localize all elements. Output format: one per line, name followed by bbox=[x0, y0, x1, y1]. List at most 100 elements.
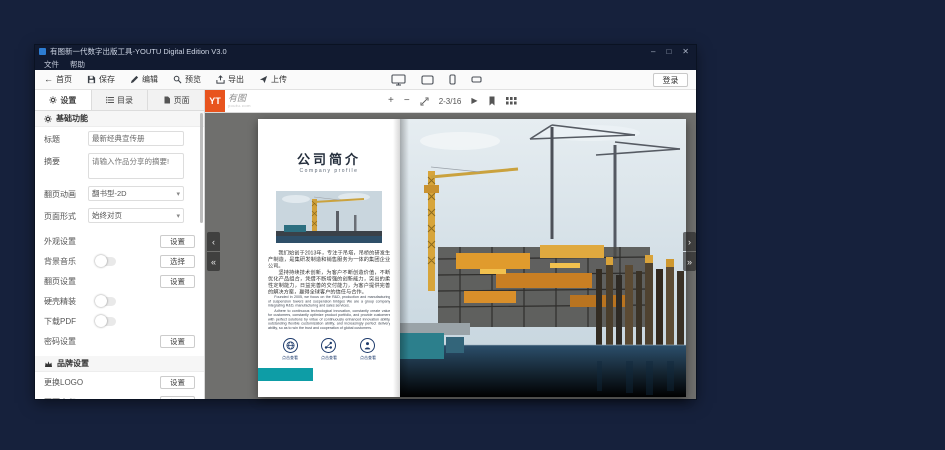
crown-icon bbox=[44, 360, 53, 368]
flip-animation-row: 翻页动画 翻书型-2D ▾ bbox=[35, 182, 204, 204]
fullscreen-icon[interactable] bbox=[420, 97, 429, 106]
flip-animation-value: 翻书型-2D bbox=[92, 188, 127, 199]
menu-bar: 文件 帮助 bbox=[35, 58, 696, 70]
upload-plane-icon bbox=[259, 75, 268, 84]
watermark-settings-button[interactable]: 设置 bbox=[160, 396, 195, 400]
login-button[interactable]: 登录 bbox=[653, 73, 688, 87]
preview-magnifier-icon bbox=[173, 75, 182, 84]
badge-person[interactable]: 点击查看 bbox=[352, 338, 384, 366]
book-spread[interactable]: 公司简介 Company profile bbox=[258, 119, 686, 397]
chinese-intro-text: 我们始创于2013年，专注于吊塔，吊桥的研发生产制造，是集研发制造和销售服务为一… bbox=[268, 250, 390, 294]
minimize-button[interactable]: – bbox=[651, 48, 655, 56]
right-nav-tab: › » bbox=[683, 232, 696, 271]
chevron-down-icon: ▾ bbox=[176, 190, 180, 198]
tab-settings[interactable]: 设置 bbox=[35, 90, 92, 110]
bgm-row: 背景音乐 选择 bbox=[35, 251, 204, 271]
password-label: 密码设置 bbox=[44, 336, 96, 347]
edit-button[interactable]: 编辑 bbox=[130, 74, 158, 85]
flipbook-viewer: YT 有图 youtu.com + − 2-3/16 ▶ ‹ bbox=[205, 90, 696, 399]
autoplay-button[interactable]: ▶ bbox=[471, 96, 477, 106]
thumbnail-grid-icon[interactable] bbox=[506, 97, 517, 105]
sidebar-scrollbar[interactable] bbox=[200, 113, 203, 223]
password-settings-button[interactable]: 设置 bbox=[160, 335, 195, 348]
download-pdf-toggle[interactable] bbox=[96, 317, 116, 326]
device-preview-group bbox=[391, 70, 482, 89]
hardcover-row: 硬壳精装 bbox=[35, 291, 204, 311]
upload-button[interactable]: 上传 bbox=[259, 74, 287, 85]
bgm-choose-button[interactable]: 选择 bbox=[160, 255, 195, 268]
badge-network[interactable]: 点击查看 bbox=[313, 338, 345, 366]
replace-logo-label: 更换LOGO bbox=[44, 377, 96, 388]
home-label: 首页 bbox=[56, 74, 72, 85]
company-profile-subtitle: Company profile bbox=[258, 168, 400, 174]
desktop-preview-icon[interactable] bbox=[391, 74, 406, 86]
appearance-settings-button[interactable]: 设置 bbox=[160, 235, 195, 248]
zoom-out-button[interactable]: − bbox=[404, 96, 410, 106]
cn-paragraph-2: 坚持持续技术创新，为客户不断创造价值，不断优化产品组合，凭借不断增强的创新能力，… bbox=[268, 270, 390, 295]
network-icon bbox=[324, 341, 333, 350]
first-page-button[interactable]: « bbox=[207, 252, 220, 271]
maximize-button[interactable]: □ bbox=[666, 48, 671, 56]
page-mode-select[interactable]: 始终对页 ▾ bbox=[88, 208, 184, 223]
section-basic-functions: 基础功能 bbox=[35, 111, 204, 127]
window-title: 有图新一代数字出版工具-YOUTU Digital Edition V3.0 bbox=[50, 46, 647, 57]
badge-globe[interactable]: 点击查看 bbox=[274, 338, 306, 366]
crane-thumbnail-image bbox=[276, 191, 382, 243]
summary-textarea[interactable] bbox=[88, 153, 184, 179]
back-arrow-icon: ← bbox=[44, 75, 53, 84]
flip-settings-row: 翻页设置 设置 bbox=[35, 271, 204, 291]
globe-icon bbox=[286, 341, 295, 350]
section-brand-label: 品牌设置 bbox=[57, 358, 89, 369]
menu-help[interactable]: 帮助 bbox=[70, 59, 85, 70]
left-nav-tab: ‹ « bbox=[207, 232, 220, 271]
tab-pages-label: 页面 bbox=[174, 95, 190, 106]
tab-contents[interactable]: 目录 bbox=[92, 90, 149, 110]
sidebar-tabs: 设置 目录 页面 bbox=[35, 90, 204, 111]
export-label: 导出 bbox=[228, 74, 244, 85]
hardcover-toggle[interactable] bbox=[96, 297, 116, 306]
close-button[interactable]: ✕ bbox=[682, 48, 689, 56]
title-input[interactable] bbox=[88, 131, 184, 146]
bgm-toggle[interactable] bbox=[96, 257, 116, 266]
download-pdf-label: 下载PDF bbox=[44, 316, 96, 327]
title-bar: 有图新一代数字出版工具-YOUTU Digital Edition V3.0 –… bbox=[35, 45, 696, 58]
viewer-controls: + − 2-3/16 ▶ bbox=[388, 90, 517, 112]
zoom-in-button[interactable]: + bbox=[388, 96, 394, 106]
title-field-label: 标题 bbox=[44, 131, 82, 145]
widescreen-preview-icon[interactable] bbox=[471, 76, 482, 83]
bookmark-icon[interactable] bbox=[488, 96, 496, 106]
chevron-down-icon: ▾ bbox=[176, 212, 180, 220]
bgm-label: 背景音乐 bbox=[44, 256, 96, 267]
replace-logo-row: 更换LOGO 设置 bbox=[35, 372, 204, 392]
edit-pencil-icon bbox=[130, 75, 139, 84]
tablet-preview-icon[interactable] bbox=[421, 75, 434, 85]
preview-button[interactable]: 预览 bbox=[173, 74, 201, 85]
tab-pages[interactable]: 页面 bbox=[148, 90, 204, 110]
home-button[interactable]: ← 首页 bbox=[44, 74, 72, 85]
preview-label: 预览 bbox=[185, 74, 201, 85]
flip-animation-select[interactable]: 翻书型-2D ▾ bbox=[88, 186, 184, 201]
menu-file[interactable]: 文件 bbox=[44, 59, 59, 70]
appearance-row: 外观设置 设置 bbox=[35, 231, 204, 251]
save-button[interactable]: 保存 bbox=[87, 74, 115, 85]
main-toolbar: ← 首页 保存 编辑 预览 导出 上传 登录 bbox=[35, 70, 696, 90]
tab-settings-label: 设置 bbox=[60, 95, 76, 106]
next-page-button[interactable]: › bbox=[683, 232, 696, 251]
watermark-row: 页面水印 设置 bbox=[35, 392, 204, 399]
right-page-photo bbox=[400, 119, 686, 397]
prev-page-button[interactable]: ‹ bbox=[207, 232, 220, 251]
save-label: 保存 bbox=[99, 74, 115, 85]
page-mode-value: 始终对页 bbox=[92, 210, 122, 221]
construction-site-photo bbox=[400, 119, 686, 397]
badge-caption: 点击查看 bbox=[282, 355, 298, 361]
replace-logo-button[interactable]: 设置 bbox=[160, 376, 195, 389]
phone-preview-icon[interactable] bbox=[449, 74, 456, 85]
last-page-button[interactable]: » bbox=[683, 252, 696, 271]
hardcover-label: 硬壳精装 bbox=[44, 296, 96, 307]
en-paragraph-2: Adhere to continuous technological innov… bbox=[268, 309, 390, 330]
flip-settings-button[interactable]: 设置 bbox=[160, 275, 195, 288]
en-paragraph-1: Founded in 2005, we focus on the R&D, pr… bbox=[268, 295, 390, 308]
export-button[interactable]: 导出 bbox=[216, 74, 244, 85]
company-profile-title: 公司简介 bbox=[258, 149, 400, 168]
export-icon bbox=[216, 75, 225, 84]
